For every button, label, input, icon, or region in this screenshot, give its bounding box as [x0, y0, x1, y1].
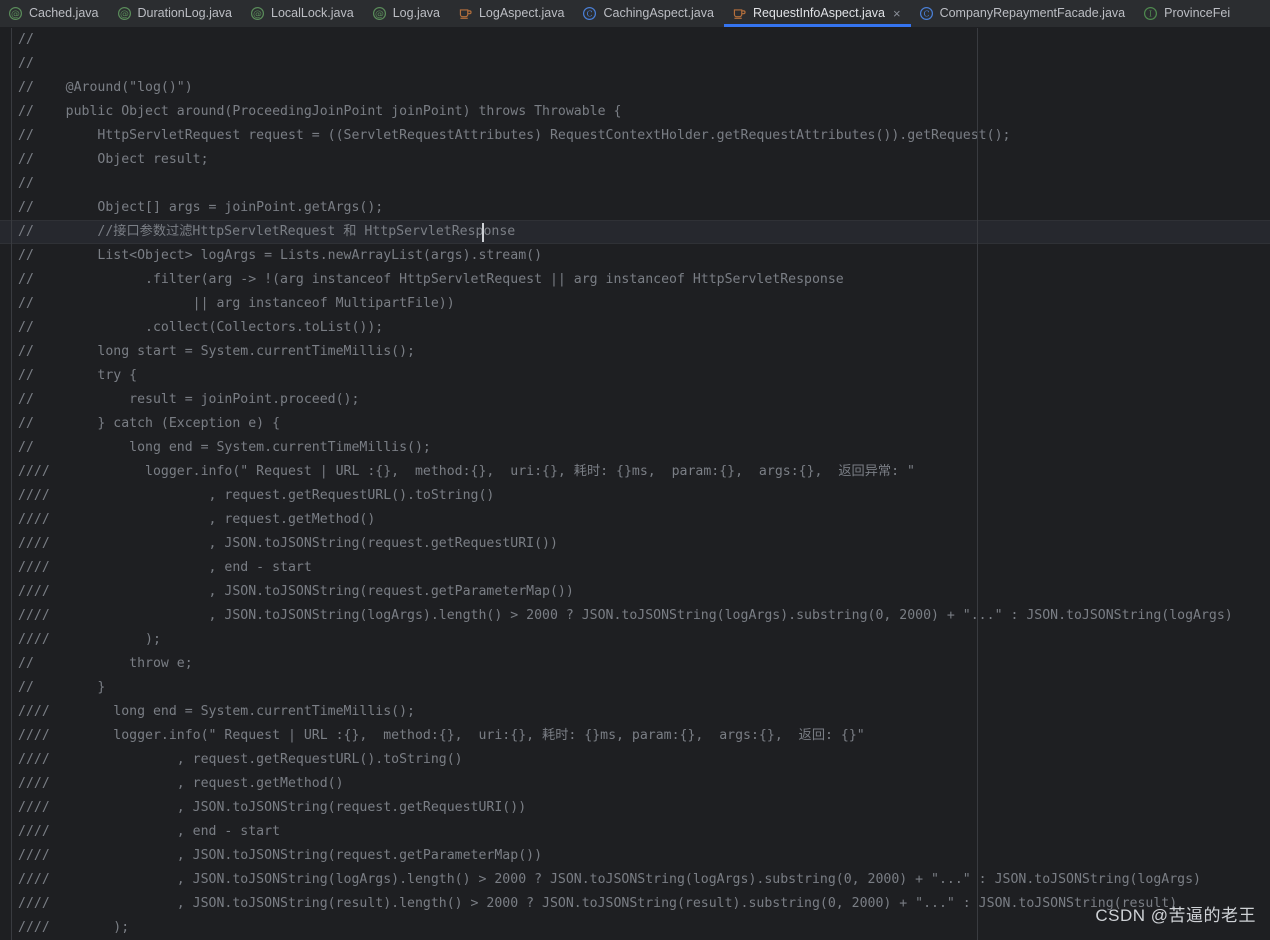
svg-text:C: C — [587, 10, 593, 19]
editor-tab-provincefei[interactable]: I ProvinceFei — [1135, 0, 1240, 27]
editor-tab-logaspect-java[interactable]: LogAspect.java — [450, 0, 574, 27]
code-line[interactable]: //// , JSON.toJSONString(logArgs).length… — [0, 604, 1270, 628]
editor-tab-label: LogAspect.java — [478, 6, 565, 20]
editor-tab-durationlog-java[interactable]: @ DurationLog.java — [109, 0, 243, 27]
editor-tab-requestinfoaspect-java[interactable]: RequestInfoAspect.java × — [723, 0, 911, 27]
code-line[interactable]: //// , request.getMethod() — [0, 508, 1270, 532]
annotation-icon: @ — [8, 6, 23, 21]
code-editor[interactable]: ////// @Around("log()")// public Object … — [0, 28, 1270, 940]
code-line[interactable]: //// ); — [0, 916, 1270, 940]
code-line[interactable]: // long start = System.currentTimeMillis… — [0, 340, 1270, 364]
code-line[interactable]: // — [0, 172, 1270, 196]
svg-text:@: @ — [11, 10, 20, 20]
code-line[interactable]: // result = joinPoint.proceed(); — [0, 388, 1270, 412]
editor-tab-bar[interactable]: @ Cached.java @ DurationLog.java @ LocalLock.… — [0, 0, 1270, 28]
text-caret — [482, 223, 484, 242]
annotation-icon: @ — [250, 6, 265, 21]
code-line[interactable]: //// ); — [0, 628, 1270, 652]
code-line[interactable]: // — [0, 28, 1270, 52]
code-line[interactable]: // long end = System.currentTimeMillis()… — [0, 436, 1270, 460]
code-line[interactable]: //// logger.info(" Request | URL :{}, me… — [0, 460, 1270, 484]
java-class-icon — [732, 6, 747, 21]
code-line[interactable]: // } catch (Exception e) { — [0, 412, 1270, 436]
gutter-divider — [11, 28, 12, 940]
editor-tab-locallock-java[interactable]: @ LocalLock.java — [242, 0, 364, 27]
code-line[interactable]: //// , JSON.toJSONString(request.getPara… — [0, 844, 1270, 868]
code-line[interactable]: // throw e; — [0, 652, 1270, 676]
editor-tab-label: RequestInfoAspect.java — [752, 6, 885, 20]
editor-tab-log-java[interactable]: @ Log.java — [364, 0, 450, 27]
code-line[interactable]: //// , JSON.toJSONString(request.getPara… — [0, 580, 1270, 604]
code-line[interactable]: //// , request.getRequestURL().toString(… — [0, 748, 1270, 772]
code-line[interactable]: // .filter(arg -> !(arg instanceof HttpS… — [0, 268, 1270, 292]
class-icon: C — [919, 6, 934, 21]
code-line[interactable]: // //接口参数过滤HttpServletRequest 和 HttpServ… — [0, 220, 1270, 244]
java-class-icon — [458, 6, 473, 21]
code-line[interactable]: // Object[] args = joinPoint.getArgs(); — [0, 196, 1270, 220]
code-lines-container[interactable]: ////// @Around("log()")// public Object … — [0, 28, 1270, 940]
editor-tab-label: ProvinceFei — [1164, 6, 1231, 20]
code-line[interactable]: //// , end - start — [0, 556, 1270, 580]
editor-tab-label: DurationLog.java — [137, 6, 233, 20]
editor-tab-label: CachingAspect.java — [603, 6, 714, 20]
svg-text:C: C — [923, 10, 929, 19]
class-icon: C — [582, 6, 597, 21]
code-line[interactable]: // } — [0, 676, 1270, 700]
editor-tab-cached-java[interactable]: @ Cached.java — [0, 0, 109, 27]
code-line[interactable]: // List<Object> logArgs = Lists.newArray… — [0, 244, 1270, 268]
svg-text:@: @ — [375, 10, 384, 20]
editor-tab-label: LocalLock.java — [271, 6, 354, 20]
code-line[interactable]: //// , JSON.toJSONString(logArgs).length… — [0, 868, 1270, 892]
code-line[interactable]: // try { — [0, 364, 1270, 388]
code-line[interactable]: //// , end - start — [0, 820, 1270, 844]
code-line[interactable]: // @Around("log()") — [0, 76, 1270, 100]
editor-tab-label: Log.java — [392, 6, 440, 20]
code-line[interactable]: //// logger.info(" Request | URL :{}, me… — [0, 724, 1270, 748]
code-line[interactable]: //// , request.getMethod() — [0, 772, 1270, 796]
annotation-icon: @ — [372, 6, 387, 21]
watermark: CSDN @苦逼的老王 — [1095, 906, 1256, 925]
right-margin-guide — [977, 28, 978, 940]
code-line[interactable]: //// , JSON.toJSONString(result).length(… — [0, 892, 1270, 916]
editor-tab-label: CompanyRepaymentFacade.java — [939, 6, 1126, 20]
svg-text:@: @ — [120, 10, 129, 20]
code-line[interactable]: //// , JSON.toJSONString(request.getRequ… — [0, 796, 1270, 820]
svg-text:I: I — [1149, 10, 1152, 19]
close-icon[interactable]: × — [893, 7, 901, 20]
code-line[interactable]: // || arg instanceof MultipartFile)) — [0, 292, 1270, 316]
editor-tab-cachingaspect-java[interactable]: C CachingAspect.java — [574, 0, 723, 27]
code-line[interactable]: //// long end = System.currentTimeMillis… — [0, 700, 1270, 724]
code-line[interactable]: //// , JSON.toJSONString(request.getRequ… — [0, 532, 1270, 556]
code-line[interactable]: // public Object around(ProceedingJoinPo… — [0, 100, 1270, 124]
editor-tab-companyrepaymentfacade-java[interactable]: C CompanyRepaymentFacade.java — [911, 0, 1136, 27]
code-line[interactable]: // .collect(Collectors.toList()); — [0, 316, 1270, 340]
code-line[interactable]: // HttpServletRequest request = ((Servle… — [0, 124, 1270, 148]
svg-text:@: @ — [253, 10, 262, 20]
code-line[interactable]: // — [0, 52, 1270, 76]
editor-tab-label: Cached.java — [29, 6, 99, 20]
code-line[interactable]: // Object result; — [0, 148, 1270, 172]
interface-icon: I — [1143, 6, 1158, 21]
annotation-icon: @ — [117, 6, 132, 21]
code-line[interactable]: //// , request.getRequestURL().toString(… — [0, 484, 1270, 508]
